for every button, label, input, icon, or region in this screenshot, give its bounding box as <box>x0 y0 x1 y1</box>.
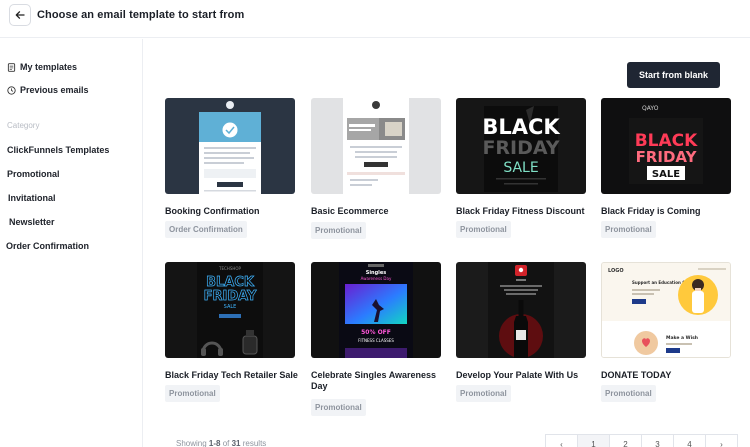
chevron-right-icon: › <box>720 439 723 447</box>
prev-page-button[interactable]: ‹ <box>545 434 578 447</box>
template-tag: Promotional <box>456 385 511 402</box>
template-thumbnail[interactable] <box>456 262 586 358</box>
template-name: Black Friday is Coming <box>601 206 701 216</box>
results-range: 1-8 <box>208 439 221 447</box>
template-thumbnail[interactable]: LOGO Support an Education Cause Make a W… <box>601 262 731 358</box>
page-title: Choose an email template to start from <box>37 9 245 21</box>
template-thumbnail[interactable] <box>165 98 295 194</box>
category-order-confirmation[interactable]: Order Confirmation <box>6 241 89 251</box>
thumb-tech-word: SALE <box>224 304 237 310</box>
sidebar-previous-emails-label: Previous emails <box>20 85 89 95</box>
template-tag: Promotional <box>311 399 366 416</box>
thumb-fitness-word: SALE <box>503 160 538 176</box>
template-thumbnail[interactable]: TECHSHOP BLACK FRIDAY SALE <box>165 262 295 358</box>
template-name: Celebrate Singles Awareness Day <box>311 370 437 391</box>
template-name: Black Friday Tech Retailer Sale <box>165 370 298 380</box>
template-name: DONATE TODAY <box>601 370 672 380</box>
thumb-coming-word: SALE <box>652 169 680 180</box>
sidebar-previous-emails[interactable]: Previous emails <box>7 83 89 97</box>
thumb-singles-word: 50% OFF <box>361 329 391 336</box>
thumb-coming-word: FRIDAY <box>636 148 698 166</box>
thumb-tech-word: FRIDAY <box>204 289 257 304</box>
category-promotional[interactable]: Promotional <box>7 169 60 179</box>
page-button[interactable]: 3 <box>641 434 674 447</box>
category-newsletter[interactable]: Newsletter <box>9 217 55 227</box>
template-name: Develop Your Palate With Us <box>456 370 579 380</box>
template-name: Black Friday Fitness Discount <box>456 206 585 216</box>
page-button[interactable]: 1 <box>577 434 610 447</box>
template-thumbnail[interactable] <box>311 98 441 194</box>
template-thumbnail[interactable]: Singles Awareness Day 50% OFF FITNESS CL… <box>311 262 441 358</box>
clock-icon <box>7 85 16 95</box>
arrow-left-icon <box>15 11 25 19</box>
template-name: Basic Ecommerce <box>311 206 389 216</box>
results-total: 31 <box>231 439 241 447</box>
results-prefix: Showing <box>176 439 209 447</box>
sidebar-my-templates[interactable]: My templates <box>7 60 77 74</box>
start-from-blank-button[interactable]: Start from blank <box>627 62 720 88</box>
page-button[interactable]: 2 <box>609 434 642 447</box>
chevron-left-icon: ‹ <box>560 439 563 447</box>
page-button[interactable]: 4 <box>673 434 706 447</box>
thumb-donate-logo: LOGO <box>608 268 624 274</box>
template-tag: Promotional <box>601 221 656 238</box>
thumb-fitness-word: FRIDAY <box>482 137 559 159</box>
results-of: of <box>220 439 232 447</box>
next-page-button[interactable]: › <box>705 434 738 447</box>
category-invitational[interactable]: Invitational <box>8 193 56 203</box>
pagination: ‹ 1 2 3 4 › <box>545 434 738 447</box>
thumb-singles-word: Awareness Day <box>361 276 392 281</box>
thumb-donate-subhead: Make a Wish <box>666 335 698 341</box>
sidebar: My templates Previous emails Category Cl… <box>0 39 143 447</box>
results-summary: Showing 1-8 of 31 results <box>176 439 266 447</box>
template-name: Booking Confirmation <box>165 206 260 216</box>
back-button[interactable] <box>9 4 31 26</box>
template-thumbnail[interactable]: QAYO BLACK FRIDAY SALE <box>601 98 731 194</box>
document-icon <box>7 62 16 72</box>
category-heading: Category <box>7 121 40 130</box>
template-tag: Promotional <box>456 221 511 238</box>
category-clickfunnels-templates[interactable]: ClickFunnels Templates <box>7 145 109 155</box>
template-tag: Promotional <box>165 385 220 402</box>
results-suffix: results <box>240 439 267 447</box>
template-tag: Promotional <box>311 222 366 239</box>
thumb-singles-word: FITNESS CLASSES <box>358 338 394 343</box>
thumb-coming-brand: QAYO <box>642 105 659 112</box>
thumb-tech-word: BLACK <box>206 275 255 290</box>
header: Choose an email template to start from <box>0 0 750 38</box>
template-tag: Promotional <box>601 385 656 402</box>
template-tag: Order Confirmation <box>165 221 247 238</box>
sidebar-my-templates-label: My templates <box>20 62 78 72</box>
thumb-tech-brand: TECHSHOP <box>218 266 241 271</box>
template-thumbnail[interactable]: BLACK FRIDAY SALE <box>456 98 586 194</box>
thumb-fitness-word: BLACK <box>482 115 560 139</box>
